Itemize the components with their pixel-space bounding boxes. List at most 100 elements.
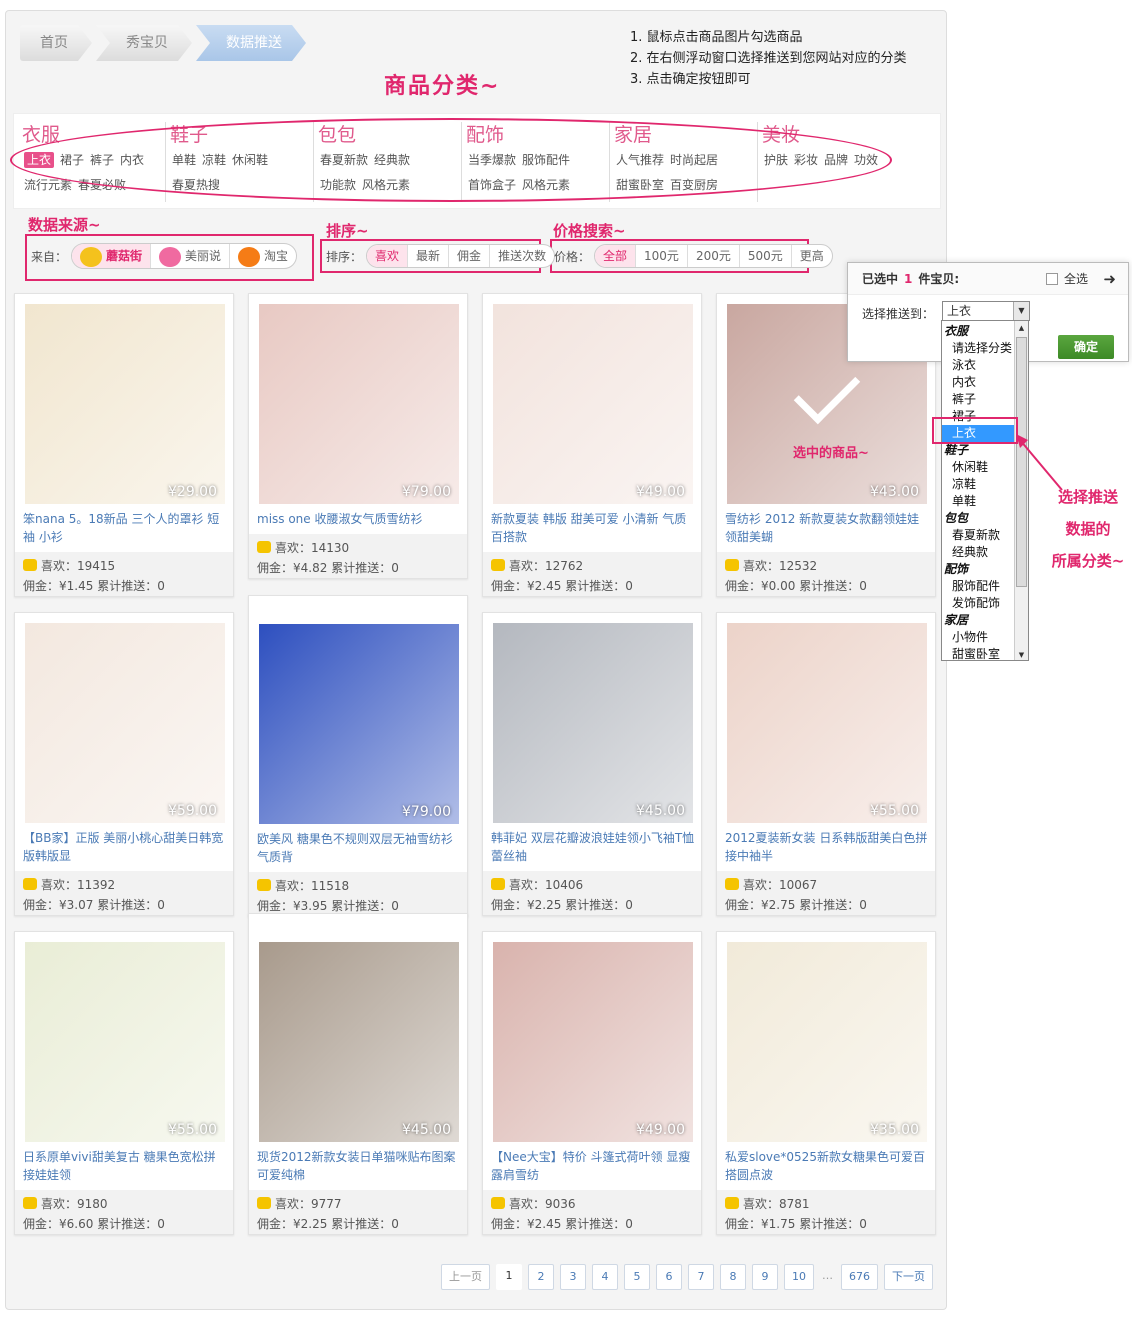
product-card[interactable]: ¥49.00 新款夏装 韩版 甜美可爱 小清新 气质百搭款 喜欢：12762 佣金：¥…	[482, 293, 702, 597]
product-commission: 佣金：¥2.45 累计推送：0	[491, 1214, 693, 1234]
dropdown-option[interactable]: 小物件	[942, 629, 1016, 646]
page-button[interactable]: 1	[496, 1264, 522, 1290]
price-higher[interactable]: 更高	[790, 245, 832, 267]
dropdown-option[interactable]: 内衣	[942, 374, 1016, 391]
heart-icon	[23, 878, 37, 890]
product-image[interactable]: ¥45.00	[259, 942, 459, 1142]
product-card[interactable]: ¥79.00 欧美风 糖果色不规则双层无袖雪纺衫气质背喜欢：11518 佣金：¥3.…	[248, 595, 468, 917]
product-title[interactable]: 韩菲妃 双层花瓣波浪娃娃领小飞袖T恤 蕾丝袖	[491, 829, 695, 865]
page-button[interactable]: 3	[560, 1264, 586, 1290]
dropdown-option[interactable]: 休闲鞋	[942, 459, 1016, 476]
select-all-label[interactable]: 全选	[1064, 263, 1088, 295]
product-title[interactable]: 2012夏装新女装 日系韩版甜美白色拼接中袖半	[725, 829, 929, 865]
product-card[interactable]: ¥79.00 miss one 收腰淑女气质雪纺衫 喜欢：14130 佣金：¥4.82…	[248, 293, 468, 579]
page-button[interactable]: 7	[688, 1264, 714, 1290]
product-title[interactable]: 现货2012新款女装日单猫咪贴布图案可爱纯棉	[257, 1148, 461, 1184]
product-title[interactable]: 欧美风 糖果色不规则双层无袖雪纺衫气质背	[257, 830, 461, 866]
annotation-side-line-2: 数据的	[1065, 520, 1111, 538]
product-meta: 喜欢：11518 佣金：¥3.95 累计推送：0	[249, 872, 467, 916]
product-title[interactable]: 【Nee大宝】特价 斗篷式荷叶领 显瘦露肩雪纺	[491, 1148, 695, 1184]
dropdown-option[interactable]: 经典款	[942, 544, 1016, 561]
page-button[interactable]: 10	[784, 1264, 814, 1290]
select-all-checkbox[interactable]	[1046, 273, 1058, 285]
heart-icon	[491, 559, 505, 571]
last-page-button[interactable]: 676	[841, 1264, 878, 1290]
category-select[interactable]: 上衣 ▼	[942, 301, 1030, 321]
product-image[interactable]: ¥59.00	[25, 623, 225, 823]
product-title[interactable]: 笨nana 5。18新品 三个人的罩衫 短袖 小衫	[23, 510, 227, 546]
price-500[interactable]: 500元	[738, 245, 791, 267]
page-button[interactable]: 2	[528, 1264, 554, 1290]
product-card[interactable]: ¥45.00 现货2012新款女装日单猫咪贴布图案可爱纯棉 喜欢：9777 佣金：¥2…	[248, 913, 468, 1235]
product-title[interactable]: 【BB家】正版 美丽小桃心甜美日韩宽版韩版显	[23, 829, 227, 865]
commission-value: ¥6.60	[59, 1217, 94, 1231]
commission-value: ¥1.75	[761, 1217, 796, 1231]
product-card[interactable]: ¥35.00 私爱slove*0525新款女糖果色可爱百搭圆点波 喜欢：8781 佣金…	[716, 931, 936, 1235]
product-title[interactable]: 新款夏装 韩版 甜美可爱 小清新 气质百搭款	[491, 510, 695, 546]
next-page-button[interactable]: 下一页	[884, 1264, 933, 1290]
prev-page-button[interactable]: 上一页	[441, 1264, 490, 1290]
confirm-button[interactable]: 确定	[1058, 335, 1114, 359]
dropdown-option[interactable]: 凉鞋	[942, 476, 1016, 493]
product-image[interactable]: ¥79.00	[259, 304, 459, 504]
sort-commission[interactable]: 佣金	[448, 245, 489, 267]
sort-likes[interactable]: 喜欢	[367, 245, 408, 267]
commission-label: 佣金：	[491, 1217, 528, 1231]
product-card[interactable]: ¥29.00 笨nana 5。18新品 三个人的罩衫 短袖 小衫 喜欢：19415 佣…	[14, 293, 234, 597]
source-meilishuo[interactable]: 美丽说	[150, 244, 229, 268]
sort-push-count[interactable]: 推送次数	[489, 245, 554, 267]
source-taobao[interactable]: 淘宝	[229, 244, 296, 268]
dropdown-option[interactable]: 服饰配件	[942, 578, 1016, 595]
product-title[interactable]: 雪纺衫 2012 新款夏装女款翻领娃娃领甜美蝴	[725, 510, 929, 546]
product-card[interactable]: ¥49.00 【Nee大宝】特价 斗篷式荷叶领 显瘦露肩雪纺 喜欢：9036 佣金：¥…	[482, 931, 702, 1235]
product-image[interactable]: ¥79.00	[259, 624, 459, 824]
price-label: 价格：	[554, 249, 591, 264]
product-image[interactable]: ¥49.00	[493, 304, 693, 504]
price-100[interactable]: 100元	[635, 245, 687, 267]
page-button[interactable]: 4	[592, 1264, 618, 1290]
product-title[interactable]: 日系原单vivi甜美复古 糖果色宽松拼接娃娃领	[23, 1148, 227, 1184]
chevron-down-icon[interactable]: ▼	[1013, 302, 1029, 320]
dropdown-option[interactable]: 发饰配饰	[942, 595, 1016, 612]
pushed-value: 0	[157, 1217, 165, 1231]
product-title[interactable]: 私爱slove*0525新款女糖果色可爱百搭圆点波	[725, 1148, 929, 1184]
dropdown-option[interactable]: 泳衣	[942, 357, 1016, 374]
page-button[interactable]: 6	[656, 1264, 682, 1290]
dropdown-option[interactable]: 甜蜜卧室	[942, 646, 1016, 660]
annotation-arrow-icon	[1016, 434, 1063, 491]
likes-label: 喜欢：	[509, 1197, 546, 1211]
sort-newest[interactable]: 最新	[407, 245, 448, 267]
product-image[interactable]: ¥49.00	[493, 942, 693, 1142]
product-card[interactable]: ¥59.00 【BB家】正版 美丽小桃心甜美日韩宽版韩版显 喜欢：11392 佣金：¥…	[14, 612, 234, 916]
dropdown-option[interactable]: 请选择分类	[942, 340, 1016, 357]
page-button[interactable]: 5	[624, 1264, 650, 1290]
source-mogujie[interactable]: 蘑菇街	[72, 244, 151, 268]
product-card[interactable]: ¥55.00 日系原单vivi甜美复古 糖果色宽松拼接娃娃领 喜欢：9180 佣金：¥…	[14, 931, 234, 1235]
product-card[interactable]: ¥55.00 2012夏装新女装 日系韩版甜美白色拼接中袖半 喜欢：10067 佣金：…	[716, 612, 936, 916]
page-button[interactable]: 9	[752, 1264, 778, 1290]
price-all[interactable]: 全部	[595, 245, 636, 267]
breadcrumb-home[interactable]: 首页	[20, 25, 92, 61]
pushed-label: 累计推送：	[565, 898, 626, 912]
product-image[interactable]: ¥55.00	[727, 623, 927, 823]
heart-icon	[23, 559, 37, 571]
pushed-value: 0	[391, 1217, 399, 1231]
product-image[interactable]: ¥29.00	[25, 304, 225, 504]
dropdown-option[interactable]: 裤子	[942, 391, 1016, 408]
scroll-down-icon[interactable]: ▼	[1015, 648, 1028, 660]
product-image[interactable]: ¥35.00	[727, 942, 927, 1142]
annotation-ellipse	[10, 118, 892, 202]
dropdown-option[interactable]: 春夏新款	[942, 527, 1016, 544]
scroll-up-icon[interactable]: ▲	[1015, 321, 1028, 335]
product-image[interactable]: ¥55.00	[25, 942, 225, 1142]
likes-value: 12532	[779, 559, 818, 573]
product-card[interactable]: ¥45.00 韩菲妃 双层花瓣波浪娃娃领小飞袖T恤 蕾丝袖 喜欢：10406 佣金：¥…	[482, 612, 702, 916]
product-image[interactable]: ¥45.00	[493, 623, 693, 823]
price-200[interactable]: 200元	[686, 245, 739, 267]
arrow-right-icon[interactable]: ➜	[1103, 263, 1116, 295]
source-label: 来自：	[31, 249, 68, 264]
page-button[interactable]: 8	[720, 1264, 746, 1290]
dropdown-option[interactable]: 单鞋	[942, 493, 1016, 510]
product-title[interactable]: miss one 收腰淑女气质雪纺衫	[257, 510, 461, 528]
breadcrumb-show[interactable]: 秀宝贝	[96, 25, 192, 61]
